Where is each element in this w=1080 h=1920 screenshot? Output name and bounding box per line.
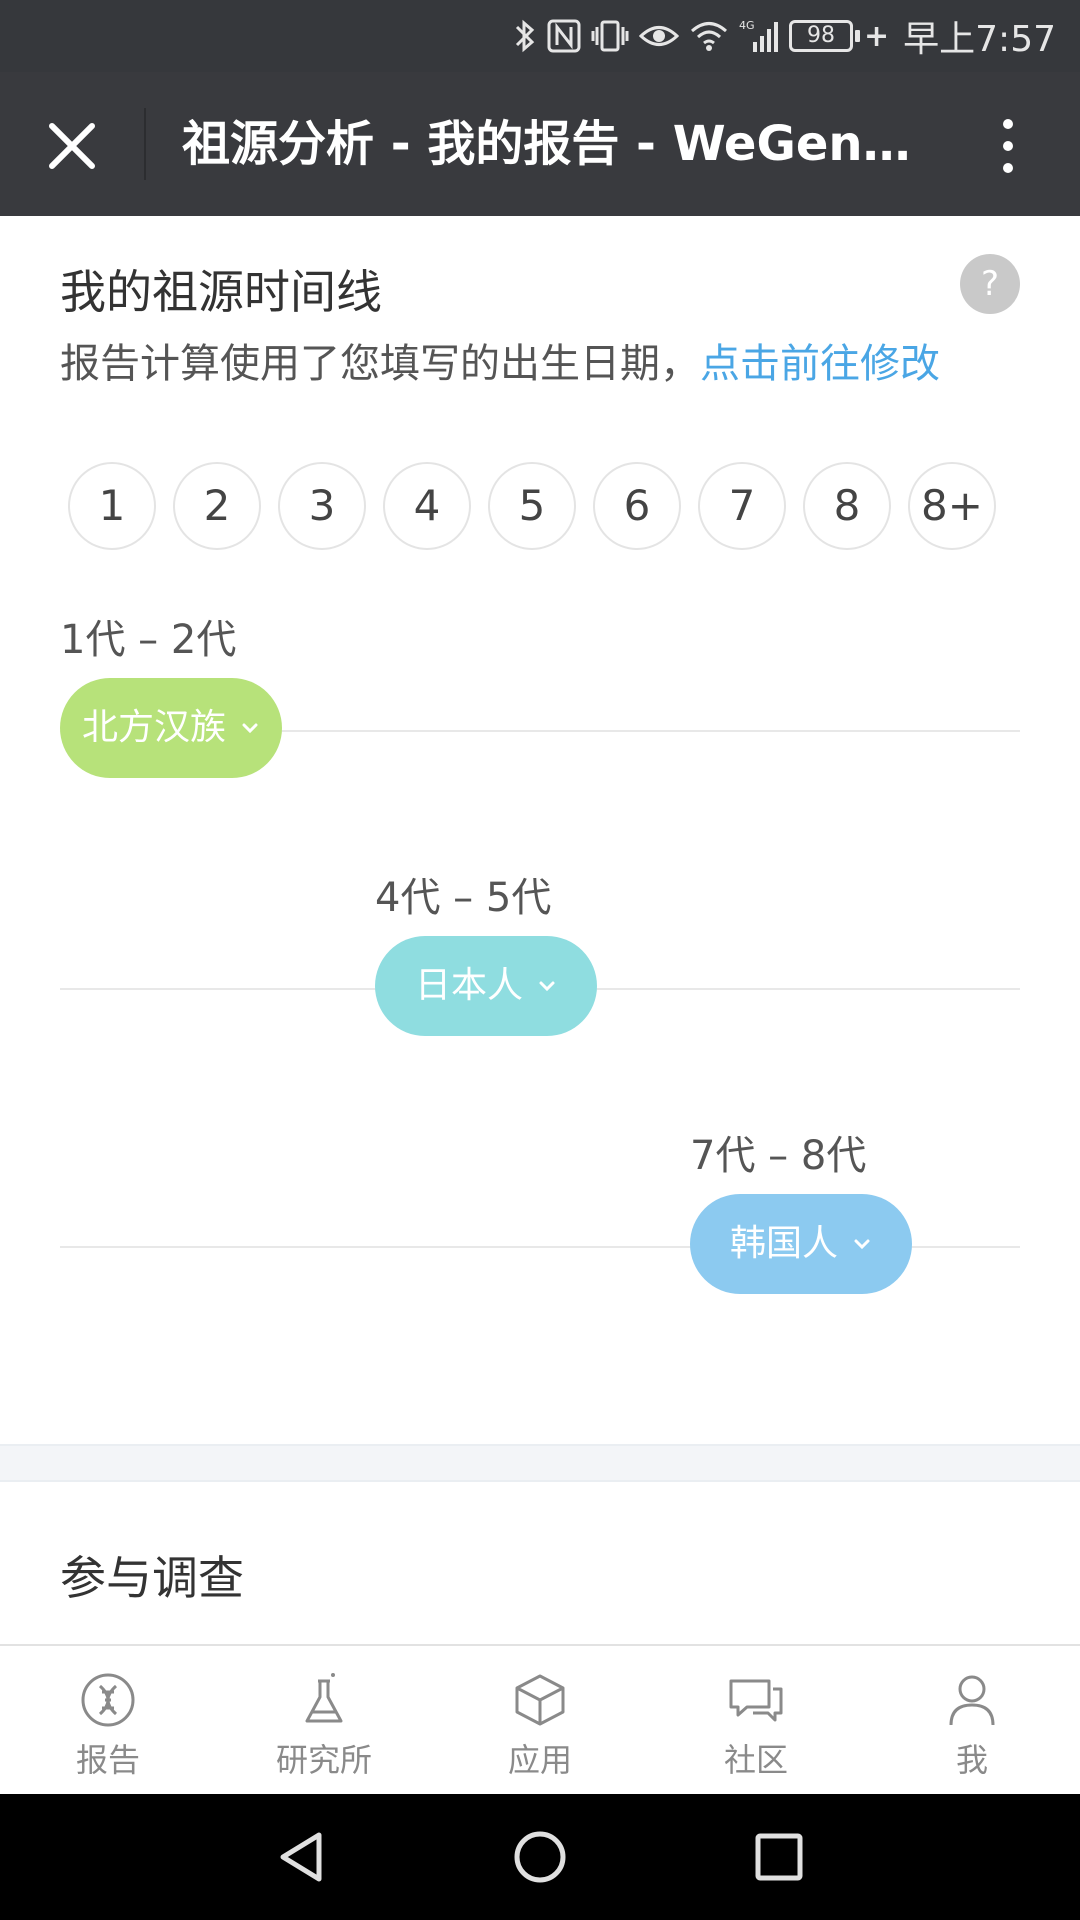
person-icon bbox=[942, 1670, 1002, 1730]
timeline-section-title: 我的祖源时间线 bbox=[60, 265, 382, 319]
tab-label: 应用 bbox=[507, 1741, 572, 1779]
status-bar: 4G 98 + 早上7:57 bbox=[0, 0, 1080, 72]
generation-button-2[interactable]: 2 bbox=[173, 462, 261, 550]
ancestry-pill[interactable]: 北方汉族 bbox=[60, 678, 282, 778]
close-icon bbox=[49, 123, 95, 169]
nfc-icon bbox=[547, 16, 581, 56]
signal-4g-icon: 4G bbox=[739, 16, 779, 56]
generation-button-6[interactable]: 6 bbox=[593, 462, 681, 550]
tab-label: 研究所 bbox=[275, 1741, 372, 1779]
eye-icon bbox=[639, 16, 680, 56]
ancestry-pill[interactable]: 韩国人 bbox=[690, 1194, 912, 1294]
chevron-down-icon bbox=[242, 723, 258, 734]
svg-text:4G: 4G bbox=[739, 19, 755, 32]
help-icon[interactable]: ? bbox=[960, 254, 1020, 314]
back-button[interactable] bbox=[266, 1822, 336, 1892]
status-time: 早上7:57 bbox=[903, 19, 1056, 60]
generation-button-4[interactable]: 4 bbox=[383, 462, 471, 550]
close-button[interactable] bbox=[36, 110, 108, 182]
generation-button-5[interactable]: 5 bbox=[488, 462, 576, 550]
battery-level: 98 bbox=[789, 20, 854, 52]
cube-icon bbox=[510, 1670, 570, 1730]
generation-button-8plus[interactable]: 8+ bbox=[908, 462, 996, 550]
battery-icon: 98 + bbox=[789, 18, 889, 54]
tab-apps[interactable]: 应用 bbox=[432, 1646, 648, 1796]
ancestry-pill-label: 北方汉族 bbox=[81, 707, 226, 748]
home-button[interactable] bbox=[505, 1822, 575, 1892]
tab-me[interactable]: 我 bbox=[864, 1646, 1080, 1796]
generation-button-3[interactable]: 3 bbox=[278, 462, 366, 550]
chevron-down-icon bbox=[539, 981, 555, 992]
ancestry-pill[interactable]: 日本人 bbox=[375, 936, 597, 1036]
tab-institute[interactable]: 研究所 bbox=[216, 1646, 432, 1796]
more-vertical-icon bbox=[1003, 119, 1013, 129]
more-button[interactable] bbox=[980, 108, 1036, 184]
title-divider bbox=[144, 108, 146, 180]
generation-selector: 1 2 3 4 5 6 7 8 8+ bbox=[68, 462, 1008, 554]
title-bar: 祖源分析 - 我的报告 - WeGen… bbox=[0, 72, 1080, 216]
flask-icon bbox=[294, 1670, 354, 1730]
generation-button-1[interactable]: 1 bbox=[68, 462, 156, 550]
system-nav-bar bbox=[0, 1794, 1080, 1920]
generation-button-8[interactable]: 8 bbox=[803, 462, 891, 550]
home-circle-icon bbox=[514, 1831, 566, 1883]
bottom-tab-bar: 报告 研究所 应用 社区 我 bbox=[0, 1644, 1080, 1796]
vibrate-icon bbox=[591, 16, 629, 56]
timeline-range-label: 1代 – 2代 bbox=[60, 617, 237, 663]
chat-icon bbox=[726, 1670, 786, 1730]
generation-button-7[interactable]: 7 bbox=[698, 462, 786, 550]
ancestry-pill-label: 日本人 bbox=[414, 965, 523, 1006]
tab-report[interactable]: 报告 bbox=[0, 1646, 216, 1796]
bluetooth-icon bbox=[513, 16, 537, 56]
chevron-down-icon bbox=[854, 1239, 870, 1250]
section-divider bbox=[0, 1444, 1080, 1482]
timeline-row-1: 1代 – 2代 北方汉族 bbox=[60, 612, 1020, 782]
timeline-range-label: 4代 – 5代 bbox=[375, 875, 552, 921]
dna-icon bbox=[78, 1670, 138, 1730]
recents-button[interactable] bbox=[744, 1822, 814, 1892]
status-icons: 4G 98 + 早上7:57 bbox=[513, 14, 1056, 60]
timeline-range-label: 7代 – 8代 bbox=[690, 1133, 867, 1179]
timeline-row-2: 4代 – 5代 日本人 bbox=[60, 870, 1020, 1040]
back-triangle-icon bbox=[280, 1832, 322, 1882]
wifi-icon bbox=[689, 16, 729, 56]
ancestry-pill-label: 韩国人 bbox=[729, 1223, 838, 1264]
timeline-subtitle: 报告计算使用了您填写的出生日期，点击前往修改 bbox=[60, 334, 940, 394]
subtitle-text: 报告计算使用了您填写的出生日期， bbox=[60, 341, 700, 387]
timeline-row-3: 7代 – 8代 韩国人 bbox=[60, 1128, 1020, 1298]
tab-community[interactable]: 社区 bbox=[648, 1646, 864, 1796]
tab-label: 社区 bbox=[723, 1741, 788, 1779]
recents-square-icon bbox=[755, 1833, 803, 1881]
tab-label: 报告 bbox=[75, 1741, 140, 1779]
tab-label: 我 bbox=[955, 1741, 988, 1779]
survey-section-title[interactable]: 参与调查 bbox=[60, 1546, 244, 1610]
page-title: 祖源分析 - 我的报告 - WeGen… bbox=[182, 116, 911, 172]
edit-birthdate-link[interactable]: 点击前往修改 bbox=[700, 341, 940, 387]
